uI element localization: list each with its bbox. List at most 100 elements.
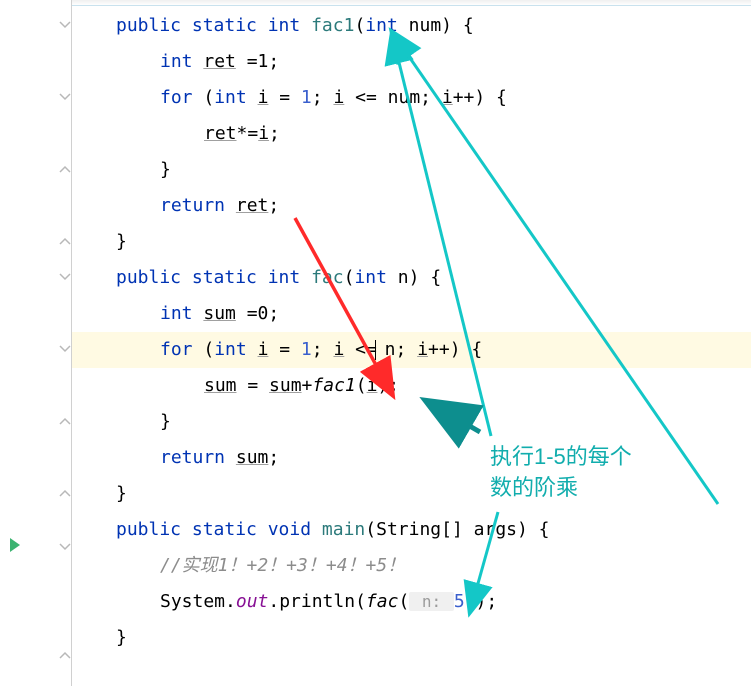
inc: ++) { — [428, 339, 482, 360]
variable: sum — [203, 303, 236, 324]
number: 5 — [454, 591, 465, 612]
param-name: num — [409, 15, 442, 36]
variable: i — [442, 87, 453, 108]
variable: ret — [236, 195, 269, 216]
paren: ( — [356, 375, 367, 396]
eq: = — [268, 87, 301, 108]
code-line[interactable]: } — [72, 224, 751, 260]
variable: sum — [269, 375, 302, 396]
keyword: public static int — [116, 15, 300, 36]
sig: (String[] args) { — [365, 519, 549, 540]
op: <= — [344, 339, 377, 360]
fold-icon[interactable] — [58, 648, 72, 662]
semi: ; — [269, 123, 280, 144]
keyword: int — [214, 87, 247, 108]
variable: sum — [236, 447, 269, 468]
number: 1 — [301, 339, 312, 360]
variable: ret — [203, 51, 236, 72]
fold-icon[interactable] — [58, 486, 72, 500]
code-editor[interactable]: public static int fac1(int num) { int re… — [72, 0, 751, 686]
code-line[interactable]: } — [72, 620, 751, 656]
code-line[interactable]: } — [72, 152, 751, 188]
close: ); — [377, 375, 399, 396]
open: ( — [193, 87, 215, 108]
semi: ; — [396, 339, 418, 360]
code-line[interactable]: ret*=i; — [72, 116, 751, 152]
close: )); — [465, 591, 498, 612]
semi: ; — [312, 339, 334, 360]
semi: ; — [268, 447, 279, 468]
fold-icon[interactable] — [58, 414, 72, 428]
sig-close: ) { — [441, 15, 474, 36]
paren: ( — [344, 267, 355, 288]
code-line[interactable]: } — [72, 404, 751, 440]
param-type: int — [354, 267, 387, 288]
semi: ; — [268, 195, 279, 216]
op: *= — [237, 123, 259, 144]
eq: = — [268, 339, 301, 360]
open: ( — [193, 339, 215, 360]
rest: =0; — [236, 303, 279, 324]
method-name: fac — [311, 267, 344, 288]
keyword: int — [160, 303, 193, 324]
variable: i — [333, 339, 344, 360]
code-line[interactable]: int ret =1; — [72, 44, 751, 80]
variable: i — [258, 339, 269, 360]
code-line[interactable]: System.out.println(fac( n: 5)); — [72, 584, 751, 620]
keyword: return — [160, 447, 225, 468]
fold-icon[interactable] — [58, 162, 72, 176]
keyword: return — [160, 195, 225, 216]
code-line-current[interactable]: for (int i = 1; i <= n; i++) { — [72, 332, 751, 368]
fold-icon[interactable] — [58, 342, 72, 356]
comment: //实现1！+2！+3！+4！+5！ — [160, 555, 405, 576]
fold-icon[interactable] — [58, 234, 72, 248]
code-line[interactable]: return ret; — [72, 188, 751, 224]
param-type: int — [365, 15, 398, 36]
code-line[interactable]: int sum =0; — [72, 296, 751, 332]
code-line[interactable]: public static void main(String[] args) { — [72, 512, 751, 548]
code-line[interactable]: public static int fac(int n) { — [72, 260, 751, 296]
run-gutter-icon[interactable] — [10, 538, 20, 552]
code-line[interactable]: } — [72, 476, 751, 512]
inc: ++) { — [453, 87, 507, 108]
system: System. — [160, 591, 236, 612]
param: num — [388, 87, 421, 108]
keyword: for — [160, 339, 193, 360]
code-line[interactable]: sum = sum+fac1(i); — [72, 368, 751, 404]
keyword: for — [160, 87, 193, 108]
brace: } — [116, 483, 127, 504]
variable: i — [417, 339, 428, 360]
variable: i — [258, 123, 269, 144]
println: .println( — [268, 591, 366, 612]
rest: =1; — [236, 51, 279, 72]
variable: i — [333, 87, 344, 108]
plus: + — [302, 375, 313, 396]
method-call: fac — [366, 591, 399, 612]
inlay-hint: n: — [409, 592, 454, 611]
fold-icon[interactable] — [58, 540, 72, 554]
keyword: public static int — [116, 267, 300, 288]
fold-icon[interactable] — [58, 18, 72, 32]
brace: } — [160, 411, 171, 432]
variable: ret — [204, 123, 237, 144]
code-line[interactable]: return sum; — [72, 440, 751, 476]
paren: ( — [398, 591, 409, 612]
sig-close: ) { — [409, 267, 442, 288]
variable: sum — [204, 375, 237, 396]
fold-icon[interactable] — [58, 270, 72, 284]
param: n — [385, 339, 396, 360]
eq: = — [237, 375, 270, 396]
method-name: fac1 — [311, 15, 354, 36]
code-line[interactable]: public static int fac1(int num) { — [72, 8, 751, 44]
semi: ; — [420, 87, 442, 108]
fold-icon[interactable] — [58, 90, 72, 104]
variable: i — [367, 375, 378, 396]
keyword: public static void — [116, 519, 311, 540]
method-name: main — [322, 519, 365, 540]
code-line[interactable]: for (int i = 1; i <= num; i++) { — [72, 80, 751, 116]
semi: ; — [312, 87, 334, 108]
code-line[interactable]: //实现1！+2！+3！+4！+5！ — [72, 548, 751, 584]
paren: ( — [354, 15, 365, 36]
param-name: n — [398, 267, 409, 288]
keyword: int — [160, 51, 193, 72]
